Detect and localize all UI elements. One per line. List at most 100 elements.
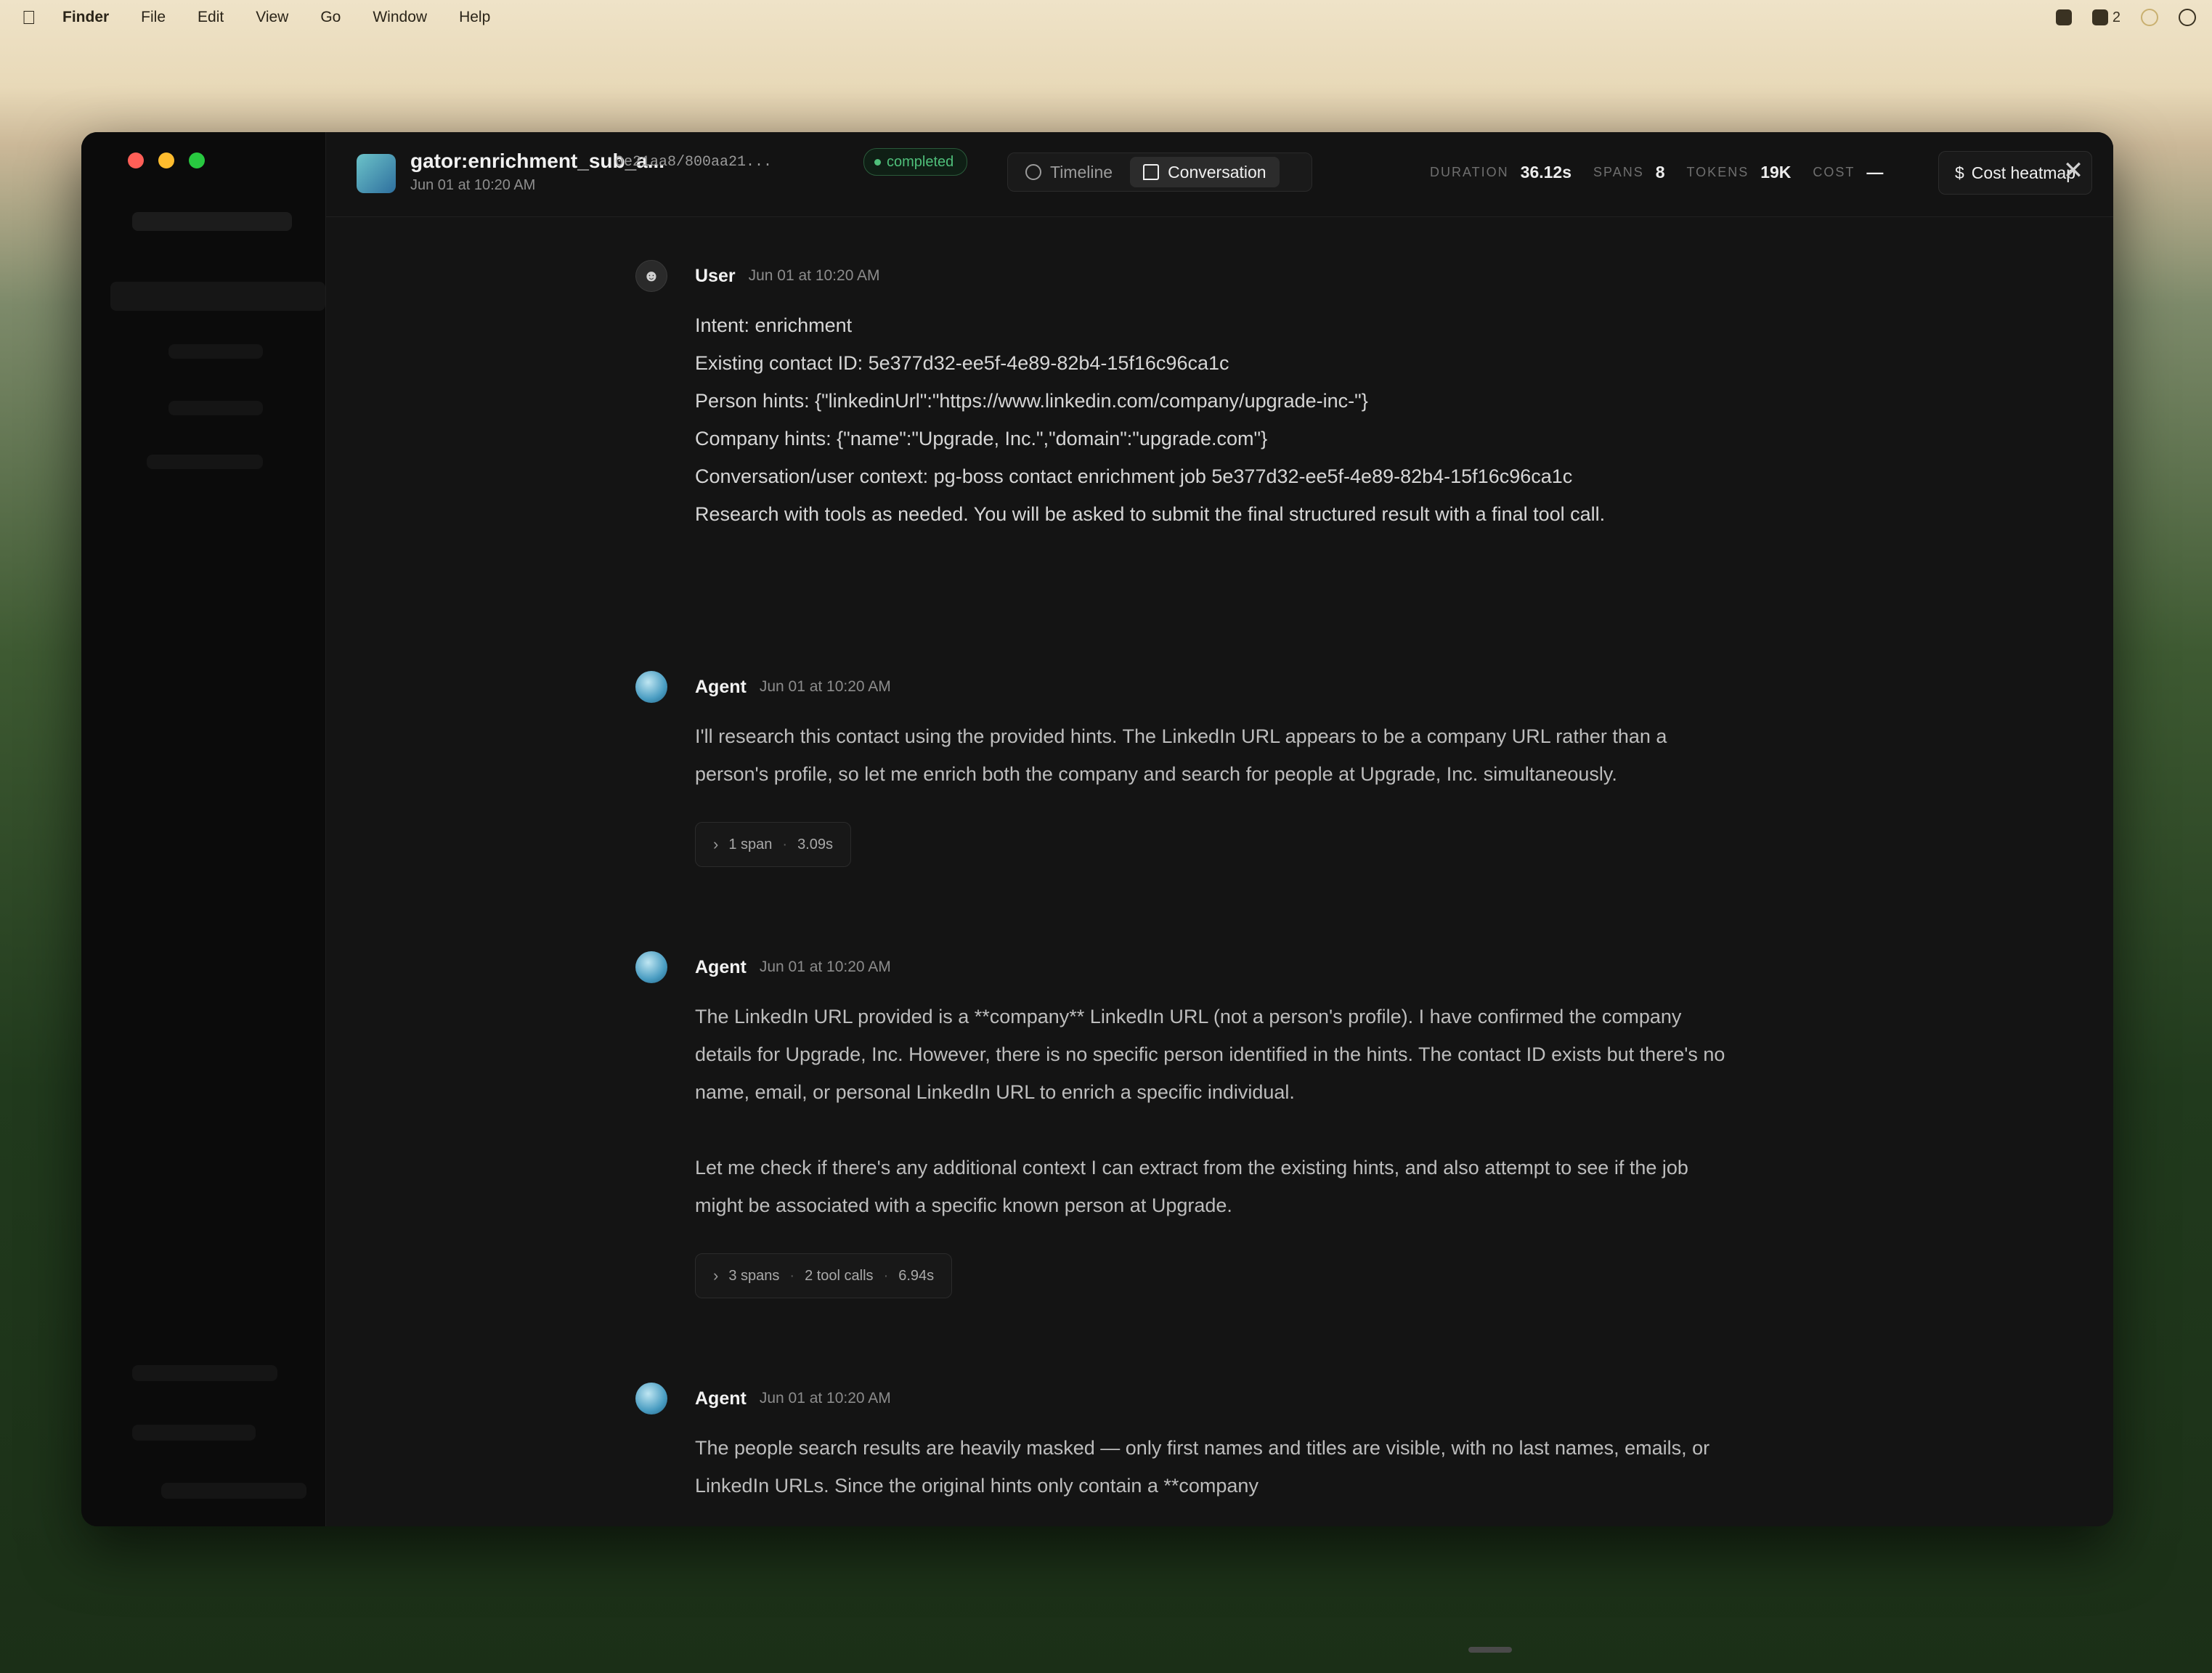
menu-window[interactable]: Window [373,9,427,26]
control-center-icon[interactable] [2179,9,2196,26]
span-summary-pill[interactable]: › 1 span · 3.09s [695,822,851,867]
sidebar-footer-placeholder[interactable] [161,1483,306,1499]
close-icon: ✕ [2062,157,2084,184]
menu-view[interactable]: View [256,9,288,26]
status-circle-icon[interactable] [2141,9,2158,26]
session-avatar [357,154,396,193]
grid-icon[interactable] [2055,9,2072,25]
message-agent: Agent Jun 01 at 10:20 AM The LinkedIn UR… [635,951,1726,1298]
agent-avatar-icon [635,951,667,983]
message-line: Existing contact ID: 5e377d32-ee5f-4e89-… [695,352,1229,374]
separator-dot: · [883,1267,889,1284]
message-header: ☻ User Jun 01 at 10:20 AM [635,260,1726,292]
message-agent: Agent Jun 01 at 10:20 AM I'll research t… [635,671,1726,867]
separator-dot: · [789,1267,795,1284]
message-paragraph: I'll research this contact using the pro… [695,725,1667,785]
apple-icon[interactable]:  [22,7,41,28]
menu-app-name[interactable]: Finder [62,9,109,26]
span-count: 1 span [728,836,773,852]
tab-timeline[interactable]: Timeline [1012,157,1126,187]
window-controls [128,152,205,168]
tab-conversation-label: Conversation [1168,162,1266,182]
tab-timeline-label: Timeline [1050,162,1113,182]
span-duration: 6.94s [898,1267,935,1284]
session-id[interactable]: 0e21aa8/800aa21... [615,154,772,171]
app-window: gator:enrichment_sub_a... 0e21aa8/800aa2… [81,132,2113,1526]
chevron-right-icon: › [713,1266,719,1285]
dock-indicator [1468,1647,1512,1653]
sidebar-footer-placeholder[interactable] [132,1425,256,1441]
message-user: ☻ User Jun 01 at 10:20 AM Intent: enrich… [635,260,1726,533]
agent-avatar-icon [635,1383,667,1414]
stat-duration-label: DURATION [1430,164,1509,179]
menu-help[interactable]: Help [459,9,490,26]
chat-icon [1143,164,1160,180]
user-avatar-icon: ☻ [635,260,667,292]
sidebar-item-placeholder[interactable] [168,344,263,359]
message-body: I'll research this contact using the pro… [695,717,1726,793]
conversation-view[interactable]: ☻ User Jun 01 at 10:20 AM Intent: enrich… [326,216,2113,1526]
status-dot-icon [874,158,881,166]
message-paragraph: The LinkedIn URL provided is a **company… [695,1006,1725,1103]
notification-tray[interactable]: 2 [2091,9,2120,26]
message-body: Intent: enrichment Existing contact ID: … [695,306,1726,533]
message-line: Person hints: {"linkedinUrl":"https://ww… [695,390,1368,412]
message-time: Jun 01 at 10:20 AM [759,1390,891,1407]
agent-avatar-icon [635,671,667,703]
main-panel: gator:enrichment_sub_a... 0e21aa8/800aa2… [326,132,2113,1526]
message-time: Jun 01 at 10:20 AM [759,958,891,975]
message-paragraph: Let me check if there's any additional c… [695,1157,1688,1216]
message-line: Conversation/user context: pg-boss conta… [695,465,1573,487]
message-paragraph: The people search results are heavily ma… [695,1437,1710,1497]
sidebar-footer-placeholder[interactable] [132,1365,277,1381]
message-time: Jun 01 at 10:20 AM [748,267,880,284]
close-window-button[interactable] [128,152,144,168]
maximize-window-button[interactable] [189,152,205,168]
menu-file[interactable]: File [141,9,166,26]
message-body: The LinkedIn URL provided is a **company… [695,998,1726,1224]
message-time: Jun 01 at 10:20 AM [759,678,891,695]
session-date: Jun 01 at 10:20 AM [410,177,536,193]
menu-go[interactable]: Go [320,9,341,26]
trace-stats: DURATION 36.12s SPANS 8 TOKENS 19K COST … [1430,154,1893,190]
menu-bar:  Finder File Edit View Go Window Help 2 [0,0,2212,35]
stat-duration-value: 36.12s [1520,162,1572,182]
sidebar [81,132,326,1526]
view-toggle: Timeline Conversation [1007,152,1312,192]
message-line: Intent: enrichment [695,314,853,336]
stat-spans-label: SPANS [1593,164,1644,179]
stat-tokens-label: TOKENS [1686,164,1749,179]
message-line: Research with tools as needed. You will … [695,503,1606,525]
message-author: Agent [695,1388,747,1409]
tab-conversation[interactable]: Conversation [1130,157,1280,187]
status-label: completed [887,153,954,170]
sidebar-item-placeholder[interactable] [147,455,263,469]
menu-tray: 2 [2055,0,2196,35]
sidebar-item-placeholder[interactable] [168,401,263,415]
stat-cost-value: — [1866,162,1884,182]
sidebar-header-placeholder [132,212,292,231]
minimize-window-button[interactable] [158,152,174,168]
message-author: Agent [695,676,747,697]
sidebar-item-placeholder[interactable] [110,282,325,311]
message-header: Agent Jun 01 at 10:20 AM [635,951,1726,983]
message-header: Agent Jun 01 at 10:20 AM [635,671,1726,703]
stat-tokens-value: 19K [1760,162,1792,182]
message-line: Company hints: {"name":"Upgrade, Inc.","… [695,428,1268,449]
stat-cost-label: COST [1813,164,1855,179]
message-agent: Agent Jun 01 at 10:20 AM The people sear… [635,1383,1726,1505]
message-author: User [695,265,736,286]
trace-header: gator:enrichment_sub_a... 0e21aa8/800aa2… [326,132,2113,217]
dollar-icon: $ [1955,163,1964,182]
message-body: The people search results are heavily ma… [695,1429,1726,1505]
message-header: Agent Jun 01 at 10:20 AM [635,1383,1726,1414]
clock-icon [1025,164,1041,180]
message-author: Agent [695,956,747,977]
span-duration: 3.09s [797,836,833,852]
span-count: 3 spans [728,1267,780,1284]
close-panel-button[interactable]: ✕ [2055,152,2091,189]
stack-icon [2091,9,2108,25]
menu-edit[interactable]: Edit [198,9,224,26]
span-summary-pill[interactable]: › 3 spans · 2 tool calls · 6.94s [695,1253,953,1298]
status-badge: completed [863,148,968,176]
